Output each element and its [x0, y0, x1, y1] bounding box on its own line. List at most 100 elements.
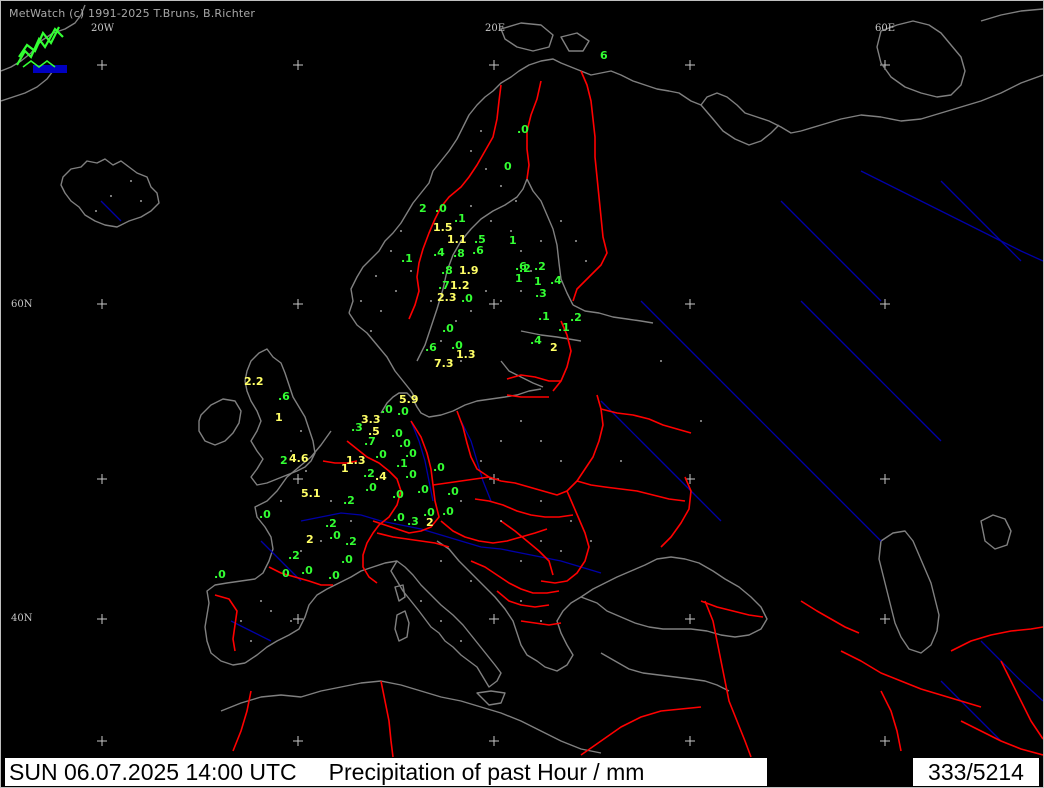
station-dots: [95, 130, 702, 642]
precipitation-value-label: .0: [417, 483, 429, 496]
station-dot: [485, 168, 487, 170]
grid-cross-mark: [685, 299, 695, 309]
grid-cross-mark: [97, 60, 107, 70]
grid-cross-mark: [97, 614, 107, 624]
precipitation-value-label: .4: [550, 274, 562, 287]
station-dot: [515, 200, 517, 202]
station-dot: [560, 220, 562, 222]
station-dot: [280, 500, 282, 502]
precipitation-value-label: 1: [509, 234, 517, 247]
precipitation-value-label: .0: [423, 506, 435, 519]
precipitation-value-label: 1.9: [459, 264, 479, 277]
station-dot: [370, 330, 372, 332]
precipitation-value-label: .6: [472, 244, 484, 257]
station-dot: [500, 300, 502, 302]
precipitation-value-label: 2.3: [437, 291, 457, 304]
footer-product: Precipitation of past Hour / mm: [328, 759, 645, 785]
station-dot: [140, 200, 142, 202]
precipitation-value-label: 0: [504, 160, 512, 173]
metwatch-logo-icon: [16, 26, 67, 73]
station-dot: [500, 185, 502, 187]
precipitation-value-label: .1: [538, 310, 550, 323]
station-dot: [540, 620, 542, 622]
grid-cross-mark: [685, 60, 695, 70]
grid-cross-mark: [293, 299, 303, 309]
precipitation-value-label: .2: [570, 311, 582, 324]
precipitation-value-label: .2: [343, 494, 355, 507]
precipitation-value-label: .6: [278, 390, 290, 403]
station-dot: [430, 300, 432, 302]
country-borders: [214, 70, 1043, 758]
precipitation-value-label: .8: [453, 247, 465, 260]
precipitation-value-label: .0: [442, 322, 454, 335]
station-dot: [540, 500, 542, 502]
precipitation-value-label: .0: [393, 511, 405, 524]
precipitation-value-label: .0: [517, 123, 529, 136]
grid-cross-mark: [489, 614, 499, 624]
grid-cross-mark: [880, 614, 890, 624]
precipitation-value-label: .2: [534, 260, 546, 273]
footer-info-box: SUN 06.07.2025 14:00 UTC Precipitation of…: [5, 758, 767, 786]
grid-cross-mark: [293, 736, 303, 746]
grid-cross-mark: [489, 736, 499, 746]
precipitation-value-label: 1: [275, 411, 283, 424]
precipitation-value-label: .2: [363, 467, 375, 480]
precipitation-value-label: .0: [259, 508, 271, 521]
precipitation-value-label: .0: [435, 202, 447, 215]
station-dot: [460, 640, 462, 642]
station-dot: [510, 230, 512, 232]
precipitation-value-label: .3: [407, 515, 419, 528]
grid-cross-mark: [97, 736, 107, 746]
station-dot: [350, 520, 352, 522]
precipitation-value-label: .1: [454, 212, 466, 225]
precipitation-value-label: 0: [282, 567, 290, 580]
footer-datetime: SUN 06.07.2025 14:00 UTC: [9, 759, 297, 785]
station-dot: [540, 540, 542, 542]
precipitation-value-label: .1: [401, 252, 413, 265]
grid-cross-mark: [293, 60, 303, 70]
precipitation-value-label: 2: [280, 454, 288, 467]
station-dot: [440, 620, 442, 622]
station-dot: [330, 500, 332, 502]
grid-cross-mark: [685, 614, 695, 624]
precipitation-value-label: .0: [341, 553, 353, 566]
station-dot: [380, 310, 382, 312]
precipitation-value-label: .4: [433, 246, 445, 259]
station-dot: [590, 540, 592, 542]
station-dot: [260, 600, 262, 602]
precipitation-value-label: 6: [600, 49, 608, 62]
precipitation-value-label: .0: [301, 564, 313, 577]
precipitation-value-label: .0: [442, 505, 454, 518]
precipitation-value-label: .0: [375, 448, 387, 461]
grid-cross-mark: [880, 736, 890, 746]
precipitation-value-label: 5.1: [301, 487, 321, 500]
europe-map[interactable]: 6.002.0.11.51.1.5 1.4.8.61.8 1.9.6.2.7 1.2 1…: [1, 1, 1043, 787]
longitude-label-20e: 20E: [485, 23, 506, 34]
station-dot: [455, 320, 457, 322]
precipitation-value-label: .0: [447, 485, 459, 498]
precipitation-value-label: .2: [345, 535, 357, 548]
station-dot: [560, 460, 562, 462]
precipitation-value-label: 1.3: [346, 454, 366, 467]
station-dot: [520, 600, 522, 602]
footer-station-count: 333/5214: [913, 758, 1039, 786]
grid-cross-mark: [880, 474, 890, 484]
station-dot: [480, 460, 482, 462]
station-dot: [490, 220, 492, 222]
precipitation-value-label: .2: [288, 549, 300, 562]
precipitation-value-label: 1.1: [447, 233, 467, 246]
station-dot: [470, 310, 472, 312]
station-dot: [290, 620, 292, 622]
longitude-label-20w: 20W: [91, 23, 115, 34]
station-dot: [375, 275, 377, 277]
precipitation-value-label: .0: [381, 403, 393, 416]
station-dot: [130, 180, 132, 182]
longitude-label-60e: 60E: [875, 23, 896, 34]
precipitation-value-label: .0: [397, 405, 409, 418]
station-dot: [470, 150, 472, 152]
precipitation-value-label: .0: [214, 568, 226, 581]
station-dot: [440, 560, 442, 562]
station-dot: [470, 580, 472, 582]
latitude-label-60n: 60N: [11, 299, 33, 310]
station-dot: [95, 210, 97, 212]
